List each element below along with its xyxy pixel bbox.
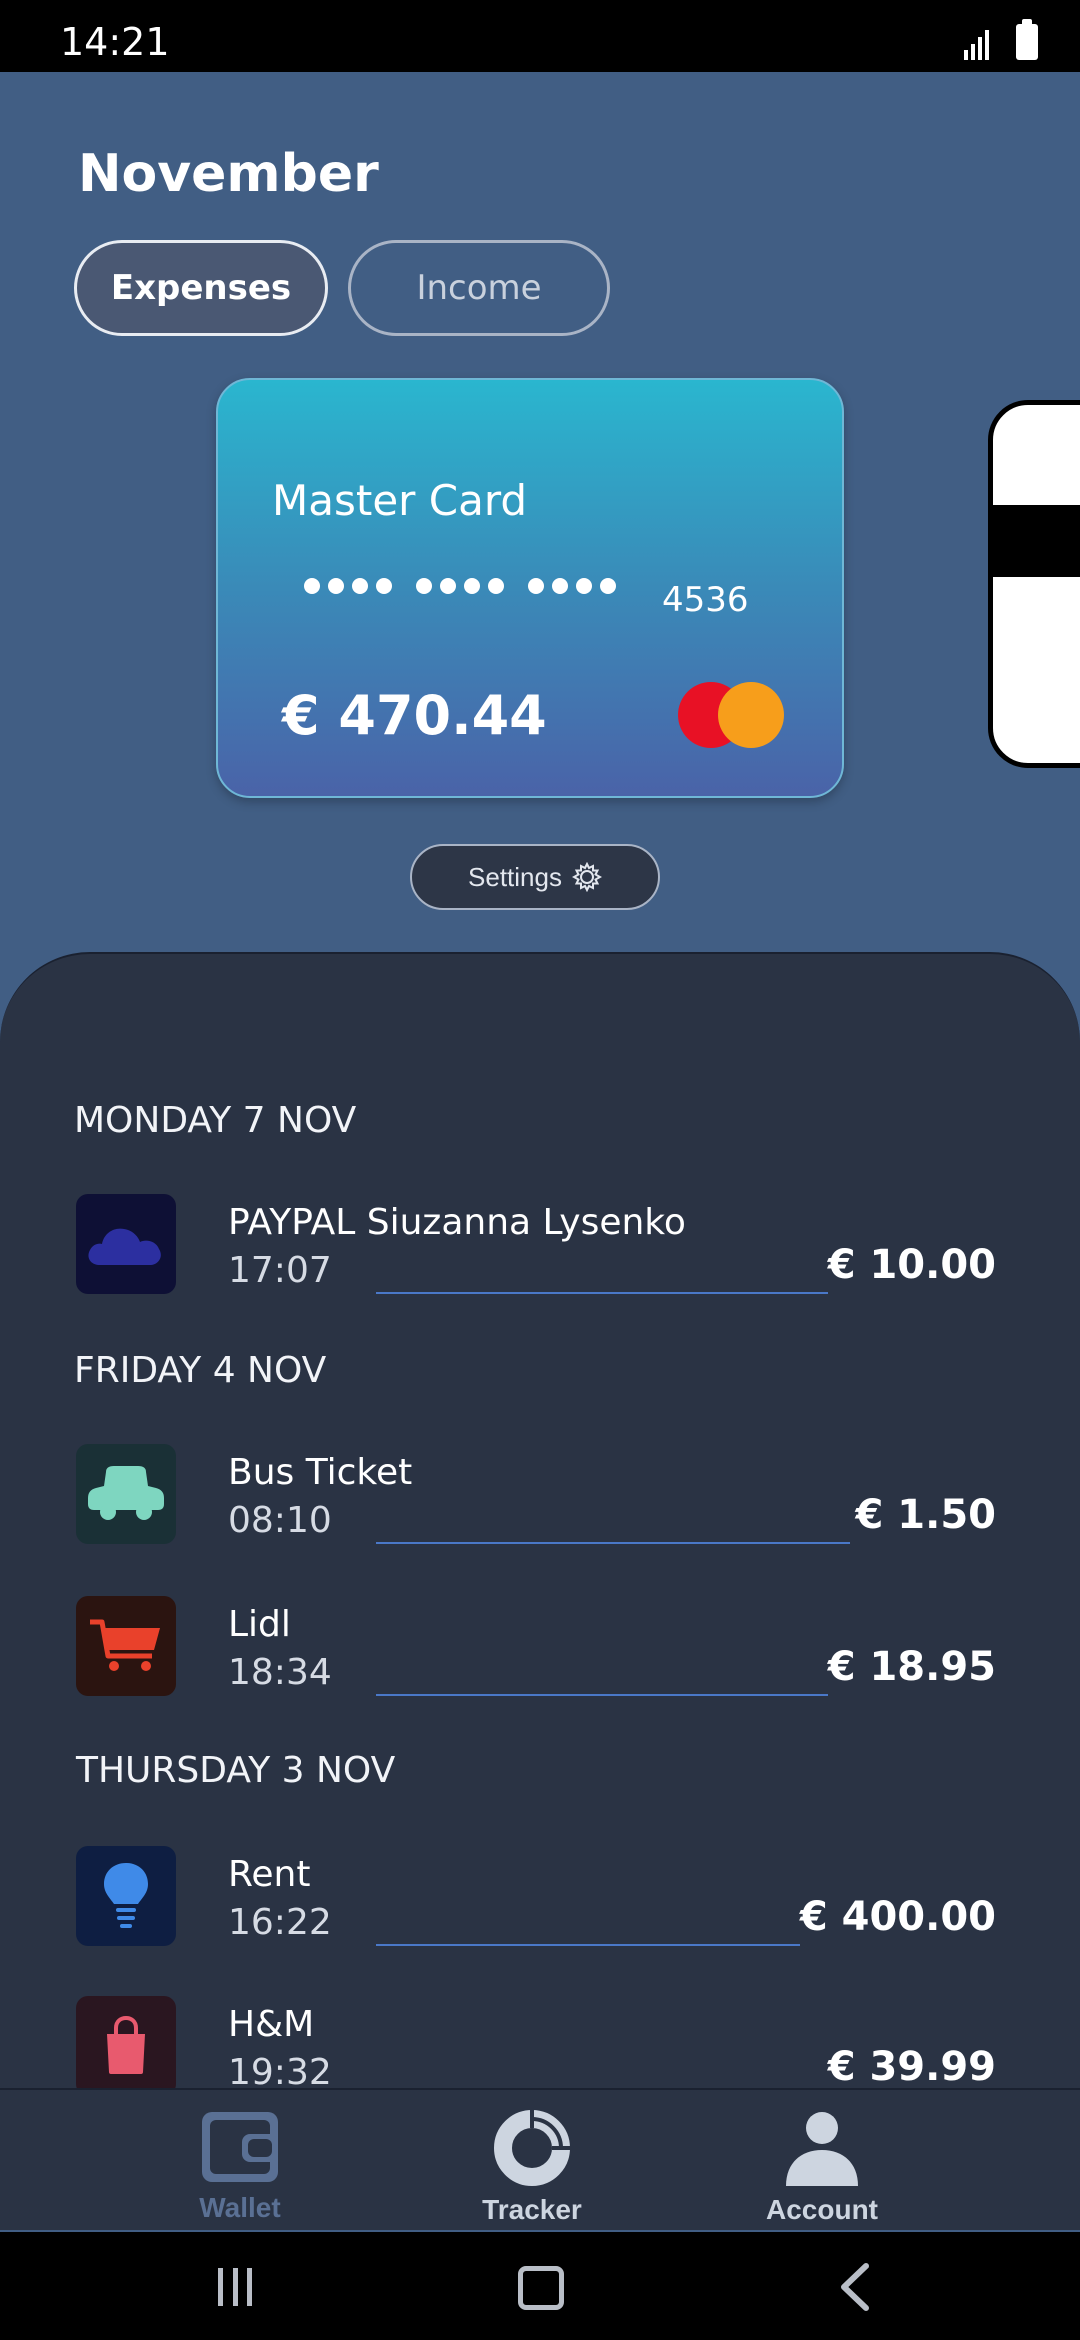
transaction-row[interactable]: PAYPAL Siuzanna Lysenko 17:07 € 10.00 [0,1194,1080,1304]
transaction-amount: € 18.95 [827,1644,996,1690]
tab-income[interactable]: Income [348,240,610,336]
gear-icon [571,862,602,892]
status-bar: 14:21 [0,0,1080,72]
transaction-title: PAYPAL Siuzanna Lysenko [228,1202,686,1243]
nav-tracker[interactable]: Tracker [452,2108,612,2228]
person-icon [786,2112,858,2186]
transaction-time: 18:34 [228,1652,332,1693]
transaction-row[interactable]: Lidl 18:34 € 18.95 [0,1596,1080,1706]
signal-icon [964,30,989,60]
nav-wallet-label: Wallet [199,2192,281,2223]
payment-card[interactable]: Master Card 4536 € 470.44 [216,378,844,798]
settings-button[interactable]: Settings [410,844,660,910]
battery-icon [1016,19,1038,60]
day-header: MONDAY 7 NOV [74,1100,357,1141]
divider [376,1694,828,1696]
settings-label: Settings [468,861,562,892]
transactions-sheet[interactable]: MONDAY 7 NOV PAYPAL Siuzanna Lysenko 17:… [0,952,1080,2152]
transaction-title: Bus Ticket [228,1452,413,1493]
page-title: November [78,144,379,204]
system-nav-bar [0,2232,1080,2340]
day-header: THURSDAY 3 NOV [76,1750,396,1791]
transaction-title: Rent [228,1854,311,1895]
transaction-time: 17:07 [228,1250,332,1291]
divider [376,1292,828,1294]
transaction-amount: € 400.00 [799,1894,996,1940]
nav-account-label: Account [766,2194,878,2225]
nav-account[interactable]: Account [742,2108,902,2228]
card-name: Master Card [272,476,528,525]
transaction-time: 16:22 [228,1902,332,1943]
card-last4: 4536 [662,580,749,620]
nav-tracker-label: Tracker [482,2194,582,2225]
transaction-time: 19:32 [228,2052,332,2093]
card-balance: € 470.44 [282,684,547,747]
wallet-screen: November Expenses Income Master Card 453… [0,72,1080,2232]
card-number-mask [304,578,616,594]
divider [376,1944,800,1946]
lightbulb-icon [76,1846,176,1946]
transaction-amount: € 1.50 [855,1492,996,1538]
nav-wallet[interactable]: Wallet [160,2108,320,2228]
transaction-amount: € 10.00 [827,1242,996,1288]
transaction-row[interactable]: Rent 16:22 € 400.00 [0,1846,1080,1956]
home-button[interactable] [518,2266,564,2310]
mastercard-logo-icon [678,682,784,748]
cloud-icon [76,1194,176,1294]
shopping-cart-icon [76,1596,176,1696]
transaction-title: Lidl [228,1604,291,1645]
transaction-amount: € 39.99 [827,2044,996,2090]
recents-button[interactable] [218,2268,252,2306]
day-header: FRIDAY 4 NOV [74,1350,327,1391]
wallet-icon [202,2112,278,2182]
transaction-row[interactable]: Bus Ticket 08:10 € 1.50 [0,1444,1080,1554]
donut-chart-icon [494,2110,570,2186]
shopping-bag-icon [76,1996,176,2096]
next-card[interactable] [988,400,1080,768]
status-time: 14:21 [60,20,170,64]
transaction-time: 08:10 [228,1500,332,1541]
divider [376,1542,850,1544]
transaction-title: H&M [228,2004,315,2045]
back-button[interactable] [834,2262,874,2312]
car-icon [76,1444,176,1544]
bottom-nav: Wallet Tracker Account [0,2088,1080,2230]
tab-expenses[interactable]: Expenses [74,240,328,336]
